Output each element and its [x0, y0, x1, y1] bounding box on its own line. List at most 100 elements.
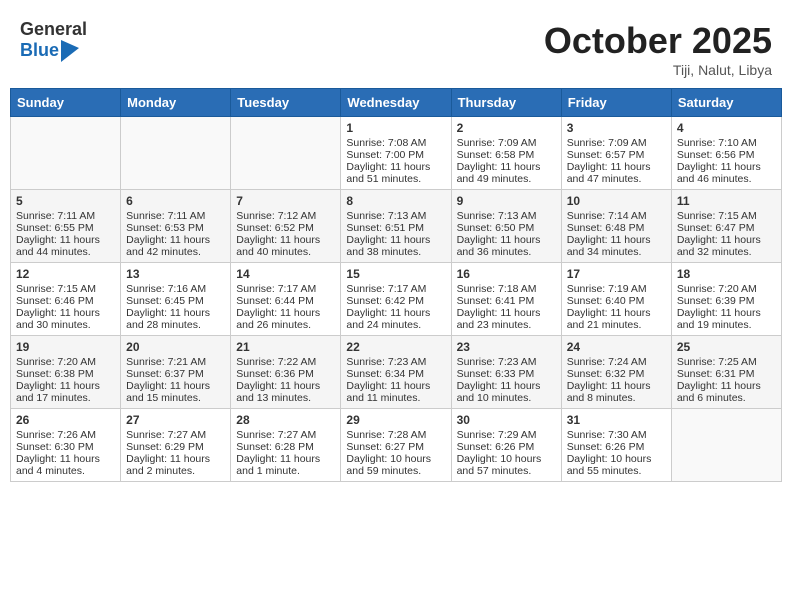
sunset-text: Sunset: 6:52 PM — [236, 222, 335, 234]
calendar-cell: 10Sunrise: 7:14 AMSunset: 6:48 PMDayligh… — [561, 190, 671, 263]
daylight-text: Daylight: 11 hours and 8 minutes. — [567, 380, 666, 404]
sunset-text: Sunset: 6:46 PM — [16, 295, 115, 307]
sunrise-text: Sunrise: 7:17 AM — [236, 283, 335, 295]
daylight-text: Daylight: 11 hours and 1 minute. — [236, 453, 335, 477]
day-number: 7 — [236, 194, 335, 208]
calendar-cell: 21Sunrise: 7:22 AMSunset: 6:36 PMDayligh… — [231, 336, 341, 409]
calendar-week-row: 26Sunrise: 7:26 AMSunset: 6:30 PMDayligh… — [11, 409, 782, 482]
day-number: 11 — [677, 194, 776, 208]
daylight-text: Daylight: 11 hours and 23 minutes. — [457, 307, 556, 331]
calendar-cell: 3Sunrise: 7:09 AMSunset: 6:57 PMDaylight… — [561, 117, 671, 190]
sunset-text: Sunset: 6:50 PM — [457, 222, 556, 234]
daylight-text: Daylight: 11 hours and 6 minutes. — [677, 380, 776, 404]
calendar-cell: 11Sunrise: 7:15 AMSunset: 6:47 PMDayligh… — [671, 190, 781, 263]
calendar-cell: 14Sunrise: 7:17 AMSunset: 6:44 PMDayligh… — [231, 263, 341, 336]
sunset-text: Sunset: 6:41 PM — [457, 295, 556, 307]
daylight-text: Daylight: 11 hours and 51 minutes. — [346, 161, 445, 185]
calendar-header-row: SundayMondayTuesdayWednesdayThursdayFrid… — [11, 89, 782, 117]
sunrise-text: Sunrise: 7:20 AM — [677, 283, 776, 295]
sunrise-text: Sunrise: 7:28 AM — [346, 429, 445, 441]
day-number: 23 — [457, 340, 556, 354]
daylight-text: Daylight: 11 hours and 30 minutes. — [16, 307, 115, 331]
sunset-text: Sunset: 6:48 PM — [567, 222, 666, 234]
column-header-thursday: Thursday — [451, 89, 561, 117]
day-number: 21 — [236, 340, 335, 354]
day-number: 16 — [457, 267, 556, 281]
day-number: 27 — [126, 413, 225, 427]
logo-general-text: General — [20, 20, 87, 40]
calendar-cell: 15Sunrise: 7:17 AMSunset: 6:42 PMDayligh… — [341, 263, 451, 336]
daylight-text: Daylight: 10 hours and 59 minutes. — [346, 453, 445, 477]
calendar-table: SundayMondayTuesdayWednesdayThursdayFrid… — [10, 88, 782, 482]
calendar-cell: 30Sunrise: 7:29 AMSunset: 6:26 PMDayligh… — [451, 409, 561, 482]
sunrise-text: Sunrise: 7:13 AM — [457, 210, 556, 222]
day-number: 2 — [457, 121, 556, 135]
sunset-text: Sunset: 6:34 PM — [346, 368, 445, 380]
sunset-text: Sunset: 6:36 PM — [236, 368, 335, 380]
daylight-text: Daylight: 11 hours and 32 minutes. — [677, 234, 776, 258]
calendar-cell: 9Sunrise: 7:13 AMSunset: 6:50 PMDaylight… — [451, 190, 561, 263]
day-number: 12 — [16, 267, 115, 281]
calendar-cell: 6Sunrise: 7:11 AMSunset: 6:53 PMDaylight… — [121, 190, 231, 263]
sunset-text: Sunset: 6:58 PM — [457, 149, 556, 161]
daylight-text: Daylight: 11 hours and 11 minutes. — [346, 380, 445, 404]
calendar-cell — [671, 409, 781, 482]
sunset-text: Sunset: 6:56 PM — [677, 149, 776, 161]
sunrise-text: Sunrise: 7:11 AM — [126, 210, 225, 222]
calendar-week-row: 5Sunrise: 7:11 AMSunset: 6:55 PMDaylight… — [11, 190, 782, 263]
calendar-cell: 13Sunrise: 7:16 AMSunset: 6:45 PMDayligh… — [121, 263, 231, 336]
column-header-wednesday: Wednesday — [341, 89, 451, 117]
sunset-text: Sunset: 6:38 PM — [16, 368, 115, 380]
sunrise-text: Sunrise: 7:10 AM — [677, 137, 776, 149]
day-number: 8 — [346, 194, 445, 208]
day-number: 6 — [126, 194, 225, 208]
column-header-monday: Monday — [121, 89, 231, 117]
sunset-text: Sunset: 6:26 PM — [457, 441, 556, 453]
daylight-text: Daylight: 11 hours and 24 minutes. — [346, 307, 445, 331]
sunrise-text: Sunrise: 7:11 AM — [16, 210, 115, 222]
calendar-cell: 27Sunrise: 7:27 AMSunset: 6:29 PMDayligh… — [121, 409, 231, 482]
day-number: 10 — [567, 194, 666, 208]
sunrise-text: Sunrise: 7:20 AM — [16, 356, 115, 368]
sunrise-text: Sunrise: 7:13 AM — [346, 210, 445, 222]
sunset-text: Sunset: 7:00 PM — [346, 149, 445, 161]
sunrise-text: Sunrise: 7:17 AM — [346, 283, 445, 295]
day-number: 15 — [346, 267, 445, 281]
sunset-text: Sunset: 6:30 PM — [16, 441, 115, 453]
day-number: 9 — [457, 194, 556, 208]
daylight-text: Daylight: 11 hours and 2 minutes. — [126, 453, 225, 477]
day-number: 18 — [677, 267, 776, 281]
sunrise-text: Sunrise: 7:26 AM — [16, 429, 115, 441]
sunrise-text: Sunrise: 7:15 AM — [16, 283, 115, 295]
daylight-text: Daylight: 11 hours and 19 minutes. — [677, 307, 776, 331]
calendar-week-row: 12Sunrise: 7:15 AMSunset: 6:46 PMDayligh… — [11, 263, 782, 336]
calendar-cell: 7Sunrise: 7:12 AMSunset: 6:52 PMDaylight… — [231, 190, 341, 263]
sunset-text: Sunset: 6:31 PM — [677, 368, 776, 380]
daylight-text: Daylight: 11 hours and 40 minutes. — [236, 234, 335, 258]
day-number: 13 — [126, 267, 225, 281]
calendar-cell: 5Sunrise: 7:11 AMSunset: 6:55 PMDaylight… — [11, 190, 121, 263]
calendar-cell: 16Sunrise: 7:18 AMSunset: 6:41 PMDayligh… — [451, 263, 561, 336]
location: Tiji, Nalut, Libya — [544, 62, 772, 78]
day-number: 4 — [677, 121, 776, 135]
day-number: 14 — [236, 267, 335, 281]
daylight-text: Daylight: 11 hours and 47 minutes. — [567, 161, 666, 185]
sunset-text: Sunset: 6:40 PM — [567, 295, 666, 307]
sunset-text: Sunset: 6:37 PM — [126, 368, 225, 380]
calendar-cell: 2Sunrise: 7:09 AMSunset: 6:58 PMDaylight… — [451, 117, 561, 190]
calendar-cell — [11, 117, 121, 190]
daylight-text: Daylight: 11 hours and 10 minutes. — [457, 380, 556, 404]
sunrise-text: Sunrise: 7:30 AM — [567, 429, 666, 441]
calendar-cell: 25Sunrise: 7:25 AMSunset: 6:31 PMDayligh… — [671, 336, 781, 409]
sunrise-text: Sunrise: 7:27 AM — [126, 429, 225, 441]
calendar-cell: 31Sunrise: 7:30 AMSunset: 6:26 PMDayligh… — [561, 409, 671, 482]
sunrise-text: Sunrise: 7:21 AM — [126, 356, 225, 368]
daylight-text: Daylight: 11 hours and 13 minutes. — [236, 380, 335, 404]
sunset-text: Sunset: 6:39 PM — [677, 295, 776, 307]
logo-icon — [61, 40, 79, 62]
calendar-cell: 12 Sunrise: 7:15 AMSunset: 6:46 PMDayligh… — [11, 263, 121, 336]
calendar-cell: 23Sunrise: 7:23 AMSunset: 6:33 PMDayligh… — [451, 336, 561, 409]
sunset-text: Sunset: 6:55 PM — [16, 222, 115, 234]
daylight-text: Daylight: 11 hours and 34 minutes. — [567, 234, 666, 258]
sunset-text: Sunset: 6:57 PM — [567, 149, 666, 161]
